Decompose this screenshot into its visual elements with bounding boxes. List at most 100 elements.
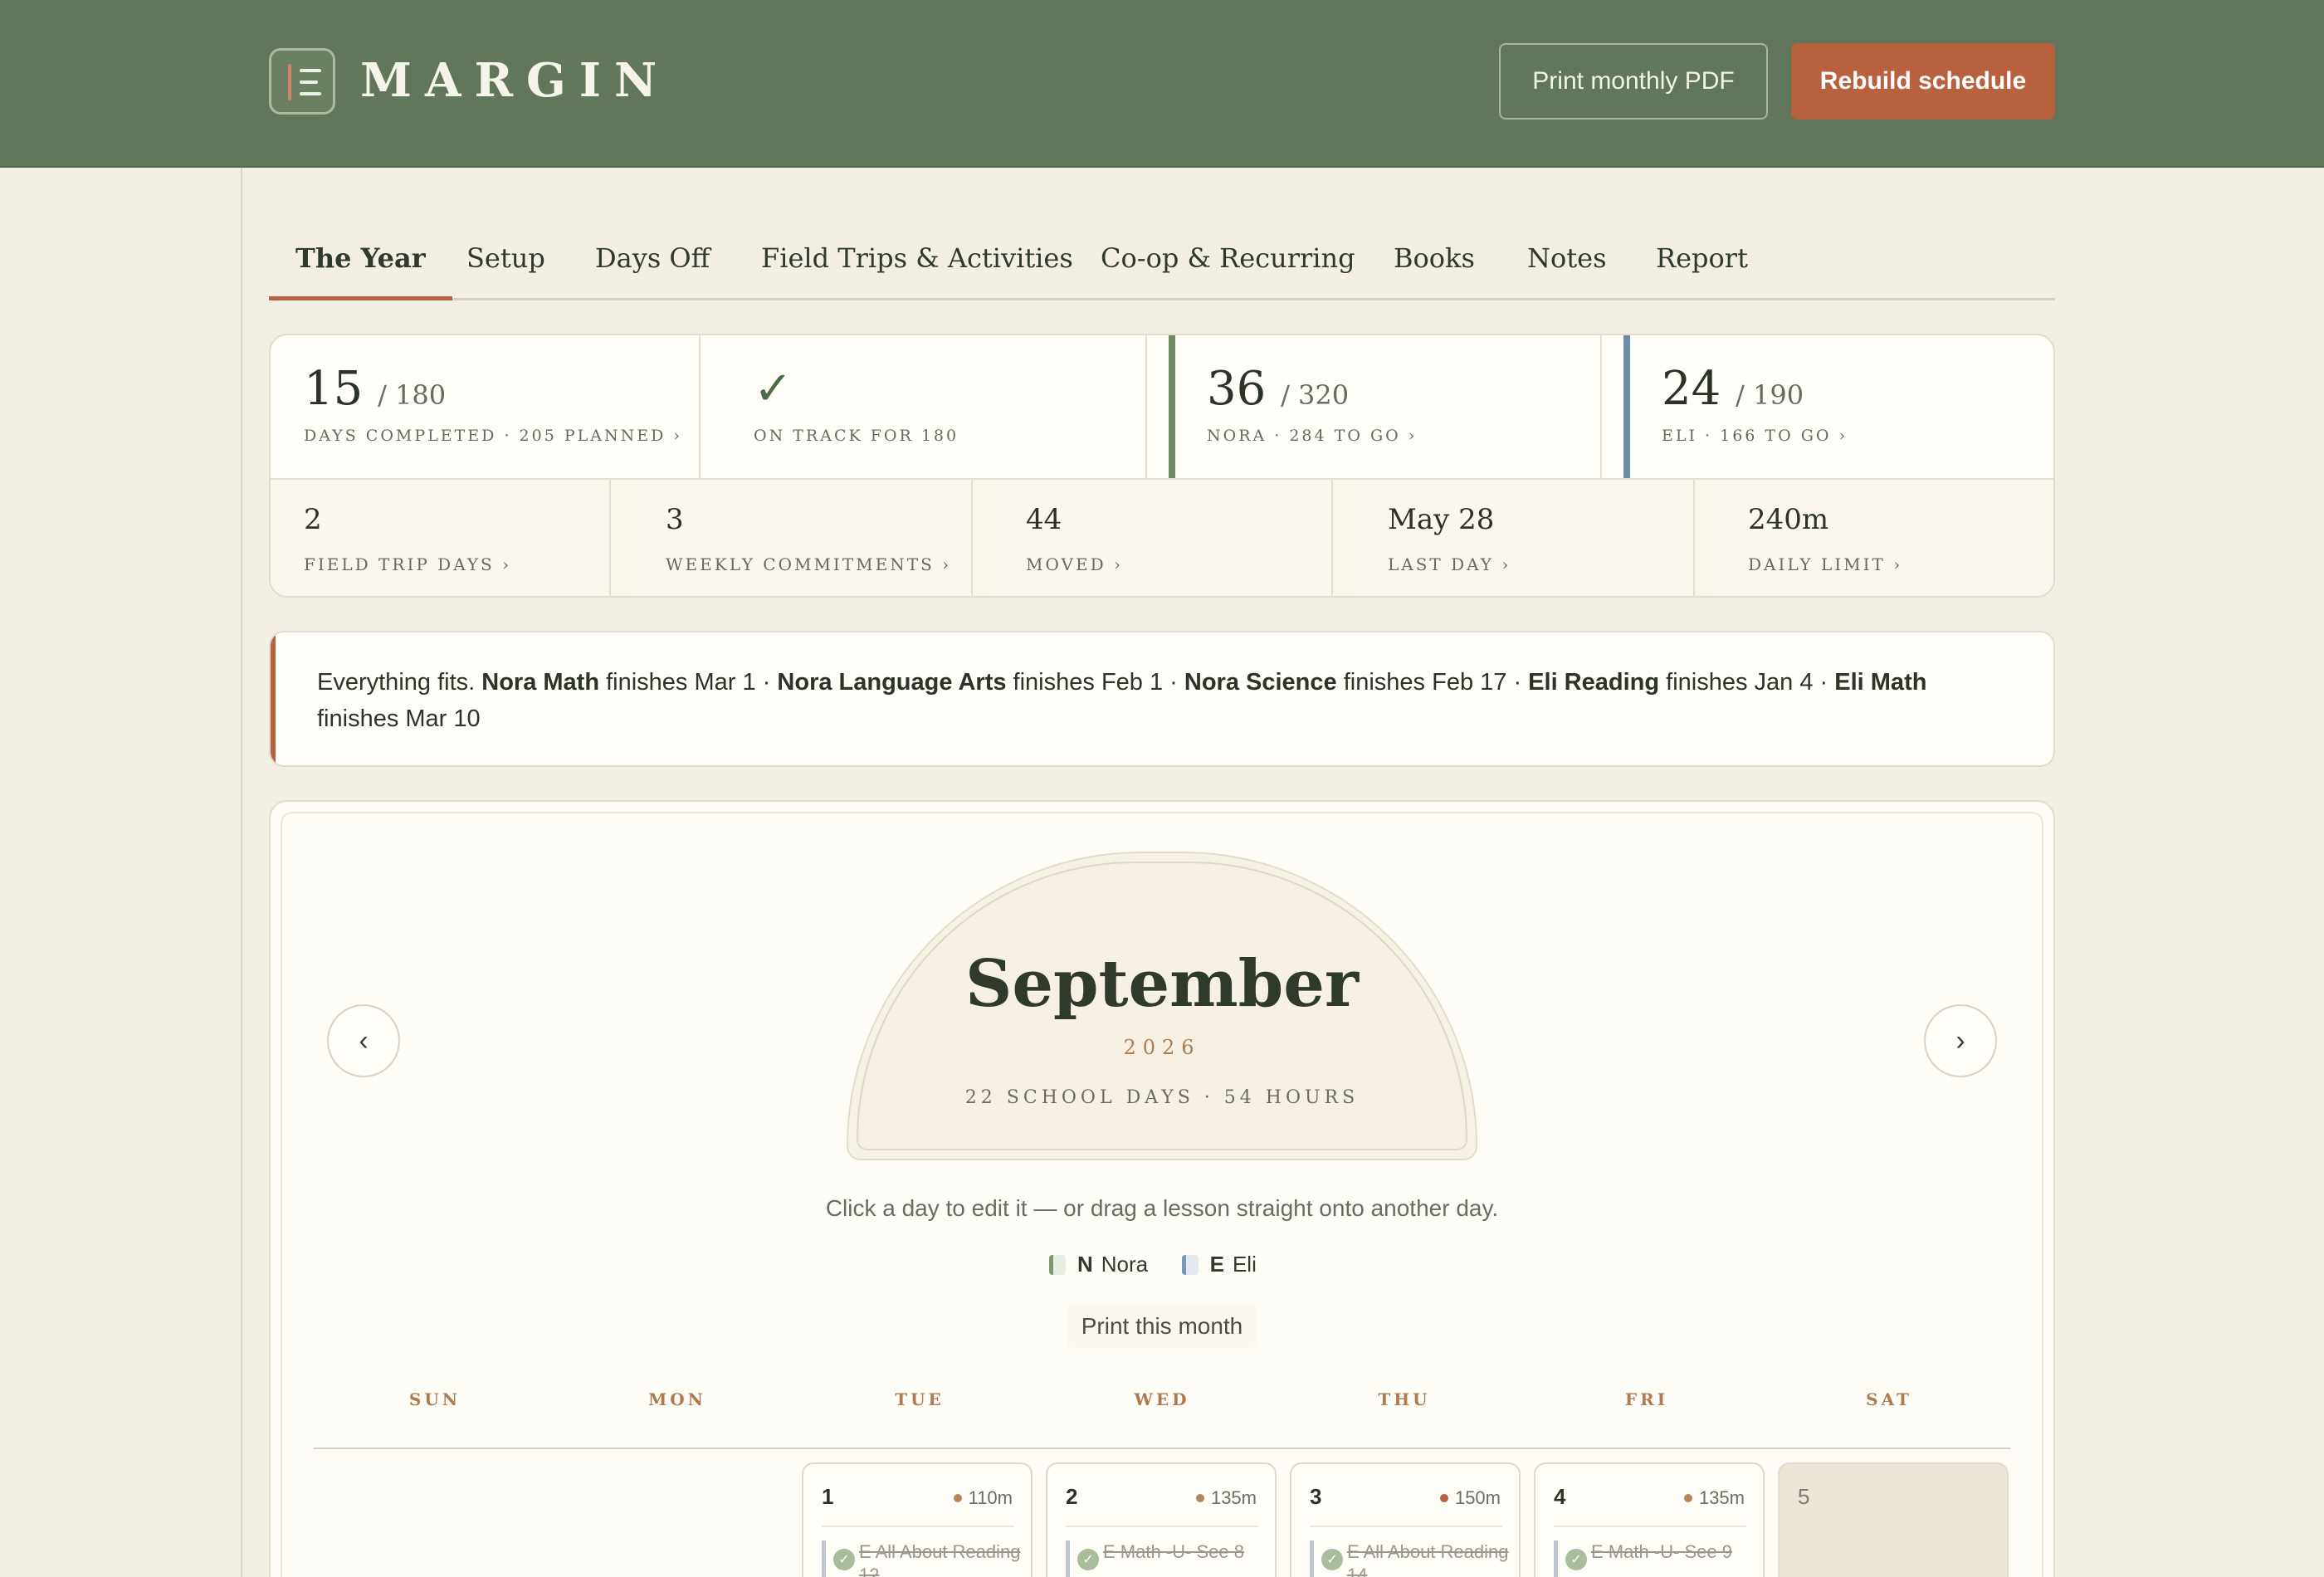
day-cell[interactable]: 3 150m E All About Reading 14 ✓ [1290, 1462, 1521, 1577]
tab-books[interactable]: Books [1394, 231, 1475, 300]
stat-limit-caption: DAILY LIMIT › [1748, 554, 1903, 574]
tab-notes[interactable]: Notes [1527, 231, 1606, 300]
stat-eli[interactable]: 24 / 190 ELI · 166 TO GO › [1602, 335, 2053, 478]
month-year: 2026 [1123, 1036, 1201, 1059]
stat-days-of: / 180 [378, 379, 447, 411]
day-cell[interactable]: 1 110m E All About Reading 12 ✓ [802, 1462, 1033, 1577]
fit-notice-text: Everything fits. Nora Math finishes Mar … [317, 669, 1927, 732]
weekday-thu: THU [1378, 1389, 1431, 1409]
load-dot-icon [1683, 1494, 1692, 1502]
tab-bar: The Year Setup Days Off Field Trips & Ac… [269, 231, 2055, 300]
day-minutes: 150m [1454, 1487, 1501, 1508]
rebuild-schedule-button[interactable]: Rebuild schedule [1791, 43, 2055, 120]
fit-notice: Everything fits. Nora Math finishes Mar … [269, 631, 2055, 767]
logo-icon[interactable] [269, 48, 335, 115]
calendar-hint: Click a day to edit it — or drag a lesso… [825, 1195, 1499, 1221]
tab-days-off[interactable]: Days Off [595, 231, 710, 300]
eli-swatch [1181, 1255, 1199, 1275]
stat-weekly-commitments[interactable]: 3 WEEKLY COMMITMENTS › [632, 480, 973, 596]
stat-moved-caption: MOVED › [1026, 554, 1123, 574]
print-monthly-pdf-button[interactable]: Print monthly PDF [1499, 43, 1768, 120]
student-legend: N Nora E Eli [1049, 1252, 1257, 1282]
notice-subject: Eli Reading [1528, 669, 1660, 696]
next-month-button[interactable]: › [1924, 1004, 1997, 1077]
lesson-label: E Math -U- See 9 [1591, 1541, 1732, 1562]
stats-card: 15 / 180 DAYS COMPLETED · 205 PLANNED › … [269, 334, 2055, 598]
day-number: 4 [1554, 1484, 1566, 1509]
day-minutes: 135m [1698, 1487, 1745, 1508]
page-left-rule [241, 168, 242, 1577]
notice-finish: finishes Jan 4 [1659, 669, 1814, 696]
lesson-label: E All About Reading 12 [859, 1541, 1021, 1577]
day-minutes: 110m [968, 1487, 1013, 1508]
check-icon: ✓ [754, 362, 793, 416]
nora-swatch [1049, 1255, 1066, 1275]
tab-setup[interactable]: Setup [466, 231, 545, 300]
day-number: 1 [822, 1484, 834, 1509]
stat-limit-value: 240m [1748, 503, 1829, 536]
legend-initial: E [1209, 1252, 1224, 1277]
stat-eli-value: 24 [1662, 362, 1721, 416]
legend-initial: N [1077, 1252, 1093, 1277]
weekday-sat: SAT [1866, 1389, 1912, 1409]
weekday-sun: SUN [408, 1389, 461, 1409]
notice-finish: finishes Mar 1 [599, 669, 756, 696]
stat-nora-of: / 320 [1281, 379, 1350, 411]
prev-month-button[interactable]: ‹ [327, 1004, 400, 1077]
day-number: 5 [1798, 1484, 1810, 1509]
tab-coop-recurring[interactable]: Co-op & Recurring [1101, 231, 1355, 300]
lesson-label: E Math -U- See 8 [1103, 1541, 1244, 1562]
day-number: 2 [1066, 1484, 1078, 1509]
day-cell[interactable]: 2 135m E Math -U- See 8 ✓ [1046, 1462, 1277, 1577]
eli-accent [1623, 335, 1630, 478]
stat-days-caption: DAYS COMPLETED · 205 PLANNED › [304, 427, 682, 445]
nora-accent [1169, 335, 1175, 478]
load-dot-icon [1439, 1494, 1448, 1502]
notice-subject: Nora Science [1184, 669, 1337, 696]
weekday-wed: WED [1134, 1389, 1190, 1409]
stat-field-trips-caption: FIELD TRIP DAYS › [304, 554, 512, 574]
stat-last-day[interactable]: May 28 LAST DAY › [1355, 480, 1695, 596]
check-icon: ✓ [1321, 1549, 1343, 1570]
day-cell-weekend[interactable]: 5 [1778, 1462, 2009, 1577]
brand-name: MARGIN [360, 53, 671, 108]
stat-weekly-caption: WEEKLY COMMITMENTS › [666, 554, 952, 574]
day-number: 3 [1310, 1484, 1322, 1509]
stat-moved[interactable]: 44 MOVED › [993, 480, 1333, 596]
stat-eli-caption: ELI · 166 TO GO › [1662, 427, 1848, 445]
stat-nora[interactable]: 36 / 320 NORA · 284 TO GO › [1147, 335, 1602, 478]
notice-subject: Nora Math [481, 669, 600, 696]
tab-report[interactable]: Report [1656, 231, 1748, 300]
notice-finish: finishes Mar 10 [317, 706, 481, 732]
tab-the-year[interactable]: The Year [269, 231, 452, 300]
notice-finish: finishes Feb 17 [1336, 669, 1507, 696]
notice-lead: Everything fits. [317, 669, 476, 696]
stat-track-caption: ON TRACK FOR 180 [754, 427, 959, 445]
weekday-tue: TUE [895, 1389, 945, 1409]
stat-field-trips[interactable]: 2 FIELD TRIP DAYS › [271, 480, 611, 596]
day-minutes: 135m [1210, 1487, 1257, 1508]
lesson-label: E All About Reading 14 [1347, 1541, 1509, 1577]
stat-days-completed[interactable]: 15 / 180 DAYS COMPLETED · 205 PLANNED › [271, 335, 701, 478]
stat-daily-limit[interactable]: 240m DAILY LIMIT › [1715, 480, 2053, 596]
stat-weekly-value: 3 [666, 503, 684, 536]
notice-finish: finishes Feb 1 [1006, 669, 1164, 696]
stats-secondary-row: 2 FIELD TRIP DAYS › 3 WEEKLY COMMITMENTS… [271, 478, 2053, 596]
load-dot-icon [953, 1494, 962, 1502]
stat-nora-value: 36 [1207, 362, 1267, 416]
stat-last-day-value: May 28 [1388, 503, 1495, 536]
stat-field-trips-value: 2 [304, 503, 322, 536]
notice-subject: Eli Math [1834, 669, 1927, 696]
print-this-month-button[interactable]: Print this month [1067, 1305, 1257, 1348]
weekday-mon: MON [648, 1389, 706, 1409]
chevron-left-icon: ‹ [359, 1024, 369, 1057]
stat-days-value: 15 [304, 362, 364, 416]
month-title: September [965, 946, 1359, 1022]
stat-last-day-caption: LAST DAY › [1388, 554, 1511, 574]
month-summary: 22 SCHOOL DAYS · 54 HOURS [964, 1087, 1360, 1108]
day-cell[interactable]: 4 135m E Math -U- See 9 ✓ [1534, 1462, 1765, 1577]
load-dot-icon [1195, 1494, 1204, 1502]
legend-name: Eli [1232, 1252, 1257, 1277]
tab-field-trips[interactable]: Field Trips & Activities [761, 231, 1073, 300]
top-bar: MARGIN Print monthly PDF Rebuild schedul… [0, 0, 2324, 168]
